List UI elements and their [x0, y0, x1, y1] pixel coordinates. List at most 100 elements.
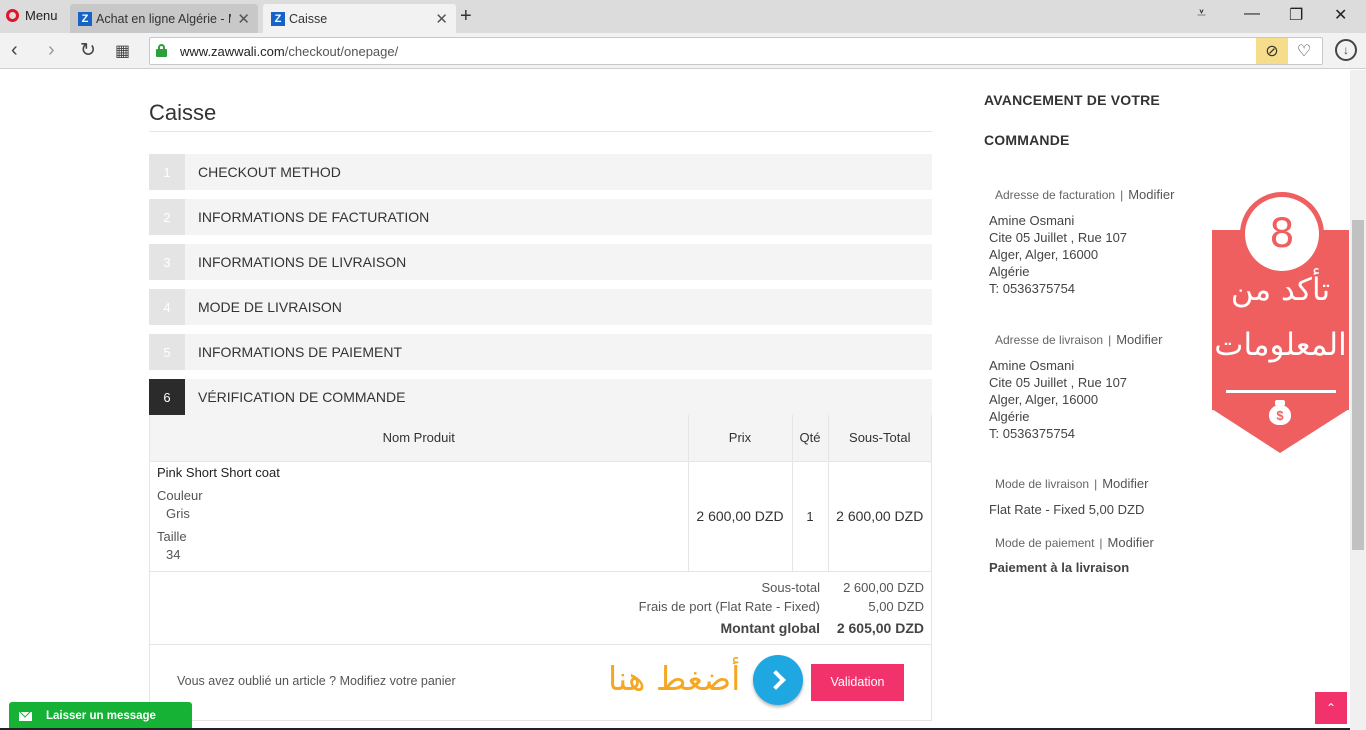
billing-address-block: Amine Osmani Cite 05 Juillet , Rue 107 A…: [989, 213, 1128, 296]
shipping-address-block: Amine Osmani Cite 05 Juillet , Rue 107 A…: [989, 358, 1128, 441]
order-review-panel: Nom Produit Prix Qté Sous-Total Pink Sho…: [149, 415, 932, 721]
badge-divider: [1226, 390, 1336, 393]
envelope-icon: [19, 711, 32, 721]
edit-shipping-method-link[interactable]: Modifier: [1102, 476, 1148, 491]
totals-value: 5,00 DZD: [868, 598, 924, 614]
bookmark-heart-icon[interactable]: ♡: [1288, 38, 1320, 64]
back-arrow-icon[interactable]: ‹: [11, 39, 18, 62]
step-checkout-method[interactable]: 1 CHECKOUT METHOD: [149, 154, 932, 190]
new-tab-plus-icon[interactable]: +: [460, 5, 472, 28]
step-number: 5: [149, 334, 185, 370]
step-label: VÉRIFICATION DE COMMANDE: [198, 389, 406, 405]
step-shipping-method[interactable]: 4 MODE DE LIVRAISON: [149, 289, 932, 325]
tab-caisse[interactable]: Z Caisse ✕: [263, 4, 456, 33]
totals-row-shipping: Frais de port (Flat Rate - Fixed) 5,00 D…: [150, 597, 924, 616]
edit-billing-link[interactable]: Modifier: [1128, 187, 1174, 202]
totals-value: 2 600,00 DZD: [843, 579, 924, 595]
order-progress-title: AVANCEMENT DE VOTRE COMMANDE: [984, 92, 1160, 148]
page-title: Caisse: [149, 100, 217, 125]
lock-icon: [156, 44, 167, 57]
step-label: INFORMATIONS DE LIVRAISON: [198, 254, 407, 270]
step-badge-overlay: 8 تأكد من المعلومات $: [1212, 190, 1349, 455]
close-tab-icon[interactable]: ✕: [237, 10, 250, 28]
step-number: 6: [149, 379, 185, 415]
step-shipping-info[interactable]: 3 INFORMATIONS DE LIVRAISON: [149, 244, 932, 280]
money-bag-icon: $: [1268, 400, 1292, 426]
url-field[interactable]: www.zawwali.com/checkout/onepage/ ⊘ ♡: [149, 37, 1323, 65]
col-header-qty: Qté: [792, 415, 829, 462]
page-content: Caisse 1 CHECKOUT METHOD 2 INFORMATIONS …: [0, 70, 1350, 730]
chevron-right-circle-icon: [753, 654, 803, 705]
page-scrollbar[interactable]: [1350, 70, 1366, 730]
badge-text-line2: المعلومات: [1214, 327, 1347, 363]
step-order-review[interactable]: 6 VÉRIFICATION DE COMMANDE: [149, 379, 932, 415]
tab-menu-icon[interactable]: ⩡: [1197, 5, 1206, 23]
close-window-icon[interactable]: ✕: [1334, 5, 1347, 25]
option-value-color: Gris: [166, 505, 190, 521]
table-row: Pink Short Short coat Couleur Gris Taill…: [150, 461, 931, 571]
url-text[interactable]: www.zawwali.com/checkout/onepage/: [180, 44, 398, 59]
col-header-product-name: Nom Produit: [150, 415, 689, 462]
scrollbar-thumb[interactable]: [1352, 220, 1364, 550]
step-label: CHECKOUT METHOD: [198, 164, 341, 180]
scroll-to-top-button[interactable]: ⌃: [1315, 692, 1347, 724]
item-price: 2 600,00 DZD: [688, 461, 793, 571]
press-here-annotation: أضغط هنا: [608, 658, 741, 698]
shipping-address-heading: Adresse de livraison | Modifier: [995, 332, 1163, 347]
col-header-price: Prix: [688, 415, 793, 462]
order-totals: Sous-total 2 600,00 DZD Frais de port (F…: [150, 570, 931, 644]
option-value-size: 34: [166, 546, 181, 562]
minimize-icon[interactable]: —: [1244, 5, 1260, 23]
step-billing-info[interactable]: 2 INFORMATIONS DE FACTURATION: [149, 199, 932, 235]
leave-message-chat-widget[interactable]: Laisser un message: [9, 702, 192, 730]
forward-arrow-icon[interactable]: ›: [48, 39, 55, 62]
order-review-table: Nom Produit Prix Qté Sous-Total Pink Sho…: [150, 415, 931, 571]
totals-row-subtotal: Sous-total 2 600,00 DZD: [150, 578, 924, 597]
option-label-color: Couleur: [157, 487, 203, 503]
product-name: Pink Short Short coat: [157, 464, 280, 480]
forgot-item-text: Vous avez oublié un article ? Modifiez v…: [177, 673, 456, 688]
edit-payment-method-link[interactable]: Modifier: [1108, 535, 1154, 550]
totals-row-grand-total: Montant global 2 605,00 DZD: [150, 616, 924, 640]
grand-total-value: 2 605,00 DZD: [836, 619, 924, 636]
grand-total-label: Montant global: [720, 619, 820, 636]
table-header-row: Nom Produit Prix Qté Sous-Total: [150, 415, 931, 462]
step-label: INFORMATIONS DE FACTURATION: [198, 209, 430, 225]
step-number: 3: [149, 244, 185, 280]
product-cell: Pink Short Short coat Couleur Gris Taill…: [150, 461, 689, 571]
reload-icon[interactable]: ↻: [80, 39, 96, 62]
badge-number: 8: [1245, 197, 1319, 271]
step-payment-info[interactable]: 5 INFORMATIONS DE PAIEMENT: [149, 334, 932, 370]
speed-dial-grid-icon[interactable]: ▦: [115, 41, 130, 61]
zawwali-favicon-icon: Z: [78, 11, 92, 26]
review-footer: Vous avez oublié un article ? Modifiez v…: [150, 643, 931, 720]
step-label: INFORMATIONS DE PAIEMENT: [198, 344, 403, 360]
ad-block-icon[interactable]: ⊘: [1256, 38, 1288, 64]
title-divider: [149, 131, 932, 132]
option-label-size: Taille: [157, 528, 187, 544]
edit-cart-link[interactable]: Modifiez votre panier: [340, 674, 456, 688]
browser-tab-bar: Menu Z Achat en ligne Algérie - M ✕ Z Ca…: [0, 0, 1366, 33]
step-number: 1: [149, 154, 185, 190]
restore-icon[interactable]: ❐: [1289, 5, 1303, 25]
browser-menu-label: Menu: [25, 8, 58, 23]
close-tab-icon[interactable]: ✕: [435, 10, 448, 28]
edit-shipping-link[interactable]: Modifier: [1116, 332, 1162, 347]
browser-menu-button[interactable]: Menu: [6, 8, 58, 23]
tab-achat-en-ligne[interactable]: Z Achat en ligne Algérie - M ✕: [70, 4, 258, 33]
shipping-method-heading: Mode de livraison | Modifier: [995, 476, 1149, 491]
validation-button[interactable]: Validation: [811, 663, 904, 701]
zawwali-favicon-icon: Z: [271, 11, 285, 26]
tab-title: Achat en ligne Algérie - M: [96, 11, 232, 26]
download-icon[interactable]: ↓: [1335, 39, 1357, 61]
payment-method-value: Paiement à la livraison: [989, 560, 1130, 575]
item-subtotal: 2 600,00 DZD: [836, 508, 924, 524]
col-header-subtotal: Sous-Total: [828, 415, 931, 462]
step-number: 4: [149, 289, 185, 325]
totals-label: Sous-total: [761, 579, 820, 595]
payment-method-heading: Mode de paiement | Modifier: [995, 535, 1154, 550]
badge-text-line1: تأكد من: [1230, 272, 1331, 308]
opera-logo-icon: [6, 9, 19, 22]
item-qty: 1: [792, 461, 829, 571]
shipping-method-value: Flat Rate - Fixed 5,00 DZD: [989, 502, 1145, 517]
